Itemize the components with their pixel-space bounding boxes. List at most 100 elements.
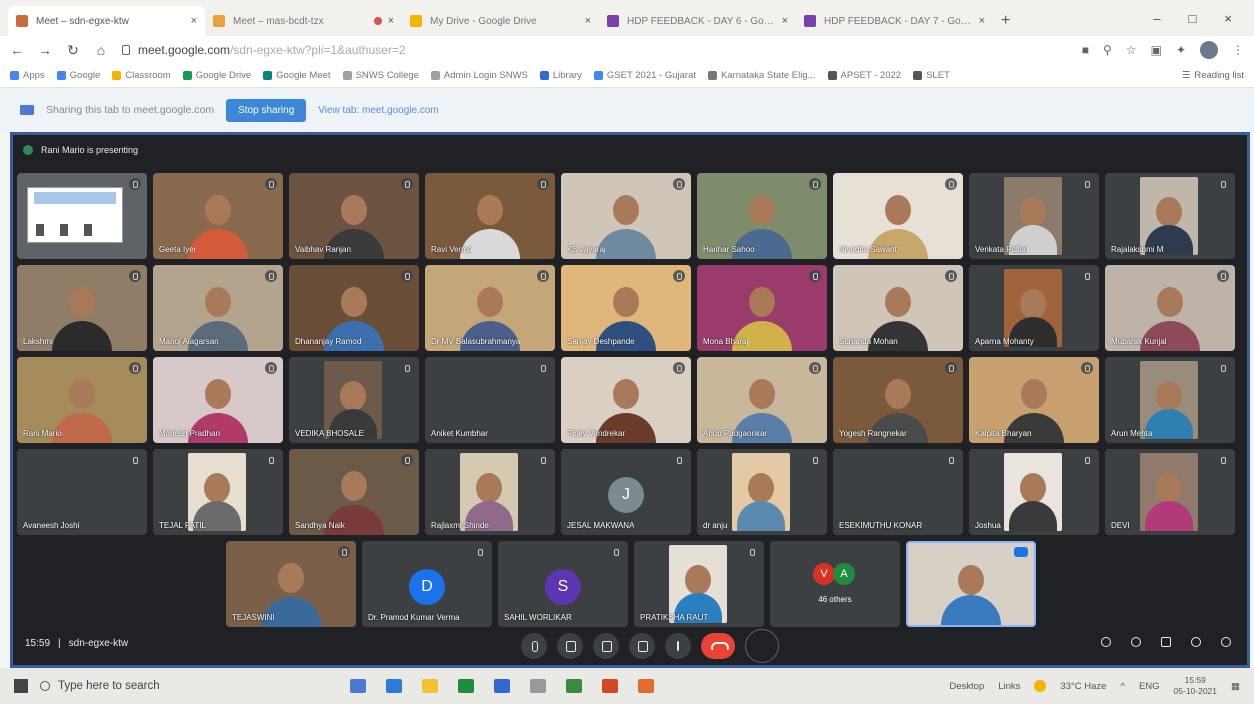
reading-list-button[interactable]: ☰ Reading list [1182, 70, 1244, 81]
bookmark-item[interactable]: Apps [10, 70, 45, 81]
lock-icon[interactable] [122, 45, 130, 55]
participant-tile[interactable]: Rajlaxmi Shinde [425, 449, 555, 535]
bookmark-item[interactable]: Library [539, 70, 582, 81]
home-icon[interactable]: ⌂ [94, 42, 108, 58]
participant-tile[interactable]: V A 46 others [770, 541, 900, 627]
participant-tile[interactable]: Anup Padgaonkar [697, 357, 827, 443]
participant-tile[interactable]: J JESAL MAKWANA [561, 449, 691, 535]
weather-icon[interactable] [1034, 680, 1047, 692]
participant-tile[interactable]: Avaneesh Joshi [17, 449, 147, 535]
bookmark-item[interactable]: SLET [913, 70, 950, 81]
participant-tile[interactable]: DEVI [1105, 449, 1235, 535]
reload-icon[interactable]: ↻ [66, 42, 80, 59]
participant-tile[interactable]: Rani Mario [17, 357, 147, 443]
participant-tile[interactable]: Dhananjay Ramod [289, 265, 419, 351]
participant-tile[interactable]: Sandhya Naik [289, 449, 419, 535]
participant-tile[interactable]: TEJAL PATIL [153, 449, 283, 535]
participant-tile[interactable]: Aniket Kumbhar [425, 357, 555, 443]
url-field[interactable]: meet.google.com/sdn-egxe-ktw?pli=1&authu… [122, 43, 1068, 57]
participant-tile[interactable]: Lakshmi [17, 265, 147, 351]
taskbar-app-icon[interactable] [638, 679, 654, 693]
taskbar-app-icon[interactable] [458, 679, 474, 693]
participant-tile[interactable]: dr anju [697, 449, 827, 535]
more-options-button[interactable] [665, 633, 691, 659]
tab-close-icon[interactable]: × [388, 15, 394, 27]
bookmark-item[interactable]: Google Meet [263, 70, 331, 81]
camera-button[interactable] [557, 633, 583, 659]
tray-chevron-icon[interactable]: ^ [1120, 681, 1124, 692]
view-tab-link[interactable]: View tab: meet.google.com [318, 105, 438, 116]
activities-icon[interactable] [1189, 635, 1203, 649]
language-indicator[interactable]: ENG [1139, 681, 1160, 692]
extensions-icon[interactable]: ✦ [1176, 43, 1186, 57]
participant-tile[interactable]: Pinky Vandrekar [561, 357, 691, 443]
bookmark-item[interactable]: Google Drive [182, 70, 251, 81]
cast-icon[interactable]: ▣ [1151, 43, 1162, 57]
close-window-button[interactable]: × [1224, 11, 1232, 26]
presentation-tile[interactable] [17, 173, 147, 259]
bookmark-item[interactable]: Classroom [112, 70, 171, 81]
participant-tile[interactable]: Ravi Verma [425, 173, 555, 259]
participant-tile[interactable]: Manoj Alagarsan [153, 265, 283, 351]
participant-tile[interactable]: Vaibhav Ranjan [289, 173, 419, 259]
links-toolbar[interactable]: Links [998, 681, 1020, 692]
minimize-button[interactable]: – [1153, 11, 1160, 26]
participant-tile[interactable]: Rajalakshmi M [1105, 173, 1235, 259]
maximize-button[interactable]: □ [1189, 11, 1197, 26]
taskbar-app-icon[interactable] [602, 679, 618, 693]
bookmark-item[interactable]: APSET - 2022 [827, 70, 901, 81]
participant-tile[interactable]: Kalpita Bharyan [969, 357, 1099, 443]
participant-tile[interactable]: Dr MV Balasubrahmanya [425, 265, 555, 351]
taskbar-app-icon[interactable] [386, 679, 402, 693]
participant-tile[interactable]: TEJASWINI [226, 541, 356, 627]
bookmark-star-icon[interactable]: ☆ [1126, 43, 1137, 57]
zoom-icon[interactable]: ⚲ [1103, 43, 1112, 57]
participant-tile[interactable]: ESEKIMUTHU KONAR [833, 449, 963, 535]
taskbar-clock[interactable]: 15:59 05-10-2021 [1174, 675, 1217, 697]
people-icon[interactable] [1129, 635, 1143, 649]
participant-tile[interactable]: Nivedita Sawant [833, 173, 963, 259]
raise-hand-button[interactable] [593, 633, 619, 659]
participant-tile[interactable]: Joshua [969, 449, 1099, 535]
present-screen-button[interactable] [629, 633, 655, 659]
microphone-button[interactable] [521, 633, 547, 659]
taskbar-app-icon[interactable] [350, 679, 366, 693]
taskbar-app-icon[interactable] [566, 679, 582, 693]
tab-close-icon[interactable]: × [585, 15, 591, 27]
taskbar-search[interactable]: Type here to search [40, 672, 300, 700]
participant-tile[interactable]: Venkata Pulluri [969, 173, 1099, 259]
participant-tile[interactable]: Sunanda Mohan [833, 265, 963, 351]
host-controls-icon[interactable] [1219, 635, 1233, 649]
browser-tab[interactable]: My Drive - Google Drive × [402, 6, 599, 36]
tab-close-icon[interactable]: × [979, 15, 985, 27]
participant-tile[interactable]: Mubarak Kunjal [1105, 265, 1235, 351]
participant-tile[interactable]: VEDIKA BHOSALE [289, 357, 419, 443]
tab-close-icon[interactable]: × [191, 15, 197, 27]
menu-kebab-icon[interactable]: ⋮ [1232, 43, 1244, 57]
browser-tab[interactable]: Meet – mas-bcdt-tzx × [205, 6, 402, 36]
notifications-icon[interactable]: ▦ [1231, 681, 1240, 692]
participant-tile[interactable]: Yogesh Rangnekar [833, 357, 963, 443]
taskbar-app-icon[interactable] [422, 679, 438, 693]
bookmark-item[interactable]: GSET 2021 - Gujarat [593, 70, 696, 81]
weather-text[interactable]: 33°C Haze [1060, 681, 1106, 692]
participant-tile[interactable]: Harihar Sahoo [697, 173, 827, 259]
forward-arrow-icon[interactable]: → [38, 42, 52, 58]
profile-avatar[interactable] [1200, 41, 1218, 59]
participant-tile[interactable]: KS Jayaraj [561, 173, 691, 259]
participant-tile[interactable]: Aparna Mohanty [969, 265, 1099, 351]
start-button-icon[interactable] [14, 679, 28, 693]
browser-tab[interactable]: HDP FEEDBACK - DAY 7 - Google × [796, 6, 993, 36]
captions-ring-button[interactable] [745, 629, 779, 663]
taskbar-app-icon[interactable] [530, 679, 546, 693]
participant-tile[interactable]: Sanjay Deshpande [561, 265, 691, 351]
participant-tile[interactable]: PRATIKSHA RAUT [634, 541, 764, 627]
camera-indicator-icon[interactable]: ■ [1082, 43, 1089, 57]
browser-tab[interactable]: HDP FEEDBACK - DAY 6 - Google × [599, 6, 796, 36]
participant-tile[interactable] [906, 541, 1036, 627]
new-tab-button[interactable]: + [1001, 12, 1010, 30]
browser-tab[interactable]: Meet – sdn-egxe-ktw × [8, 6, 205, 36]
bookmark-item[interactable]: SNWS College [342, 70, 419, 81]
bookmark-item[interactable]: Admin Login SNWS [430, 70, 528, 81]
back-arrow-icon[interactable]: ← [10, 42, 24, 58]
